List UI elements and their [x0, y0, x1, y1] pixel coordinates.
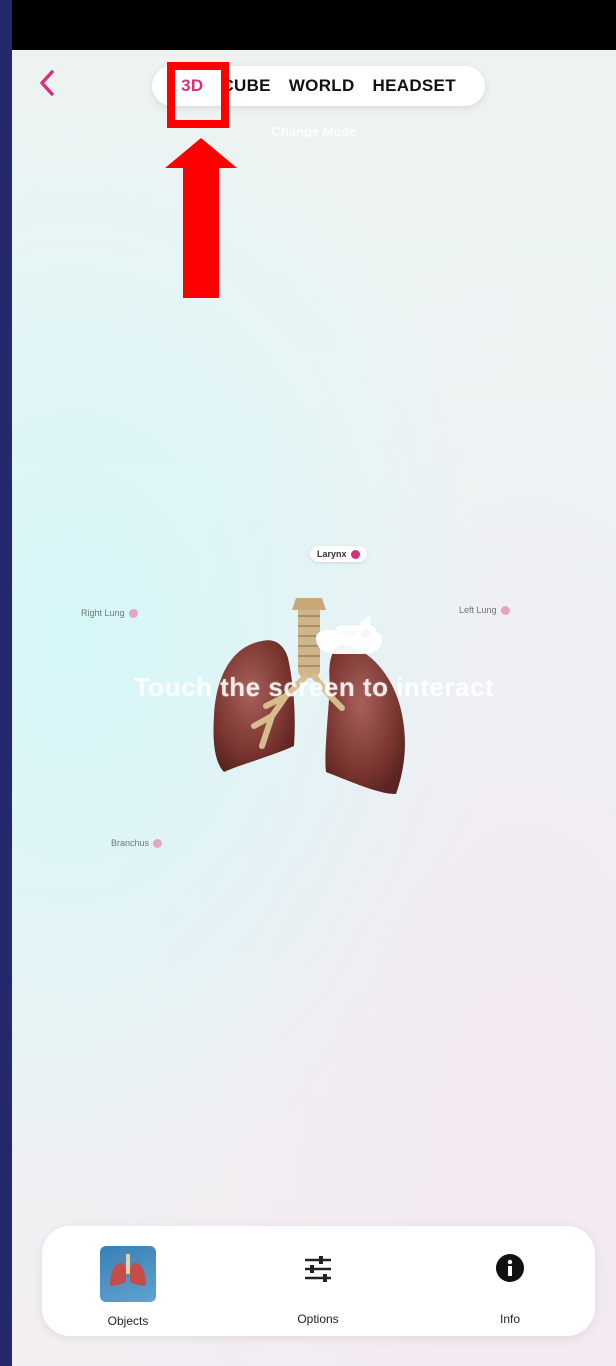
change-mode-caption: Change Mode — [271, 124, 357, 139]
hotspot-label: Left Lung — [459, 605, 497, 615]
info-tab[interactable]: Info — [440, 1226, 580, 1336]
highlight-box-annotation — [167, 62, 229, 128]
info-tab-label: Info — [499, 1312, 520, 1326]
hotspot-label: Larynx — [317, 549, 347, 559]
hotspot-label: Branchus — [111, 838, 150, 848]
hotspot-info-dot-icon — [128, 608, 138, 618]
bottom-nav-bar: Objects Options Info — [42, 1226, 595, 1336]
red-arrow-head-annotation — [165, 138, 237, 168]
hotspot-bronchus[interactable]: Branchus — [104, 835, 169, 851]
hotspot-larynx[interactable]: Larynx — [310, 546, 367, 562]
mode-headset-tab[interactable]: HEADSET — [373, 76, 456, 96]
objects-lungs-thumbnail-icon — [100, 1246, 156, 1302]
status-bar — [12, 0, 616, 50]
hotspot-info-dot-icon — [153, 838, 163, 848]
tap-gesture-hand-icon — [316, 616, 382, 654]
hotspot-info-dot-icon — [500, 605, 510, 615]
app-screen: 3D CUBE WORLD HEADSET Change Mode Larynx… — [12, 50, 616, 1366]
hotspot-info-dot-icon — [350, 549, 360, 559]
interaction-hint: Touch the screen to interact — [133, 672, 495, 702]
options-tab[interactable]: Options — [248, 1226, 388, 1336]
objects-tab[interactable]: Objects — [58, 1226, 198, 1336]
back-chevron-icon[interactable] — [34, 68, 64, 98]
options-tab-label: Options — [297, 1312, 339, 1326]
hotspot-left-lung[interactable]: Left Lung — [452, 602, 517, 618]
objects-tab-label: Objects — [107, 1314, 149, 1328]
hotspot-label: Right Lung — [81, 608, 125, 618]
device-frame — [0, 0, 12, 1366]
red-arrow-shaft-annotation — [183, 166, 219, 298]
mode-world-tab[interactable]: WORLD — [289, 76, 355, 96]
info-icon — [496, 1254, 524, 1282]
sliders-icon — [305, 1256, 331, 1282]
hotspot-right-lung[interactable]: Right Lung — [74, 605, 145, 621]
